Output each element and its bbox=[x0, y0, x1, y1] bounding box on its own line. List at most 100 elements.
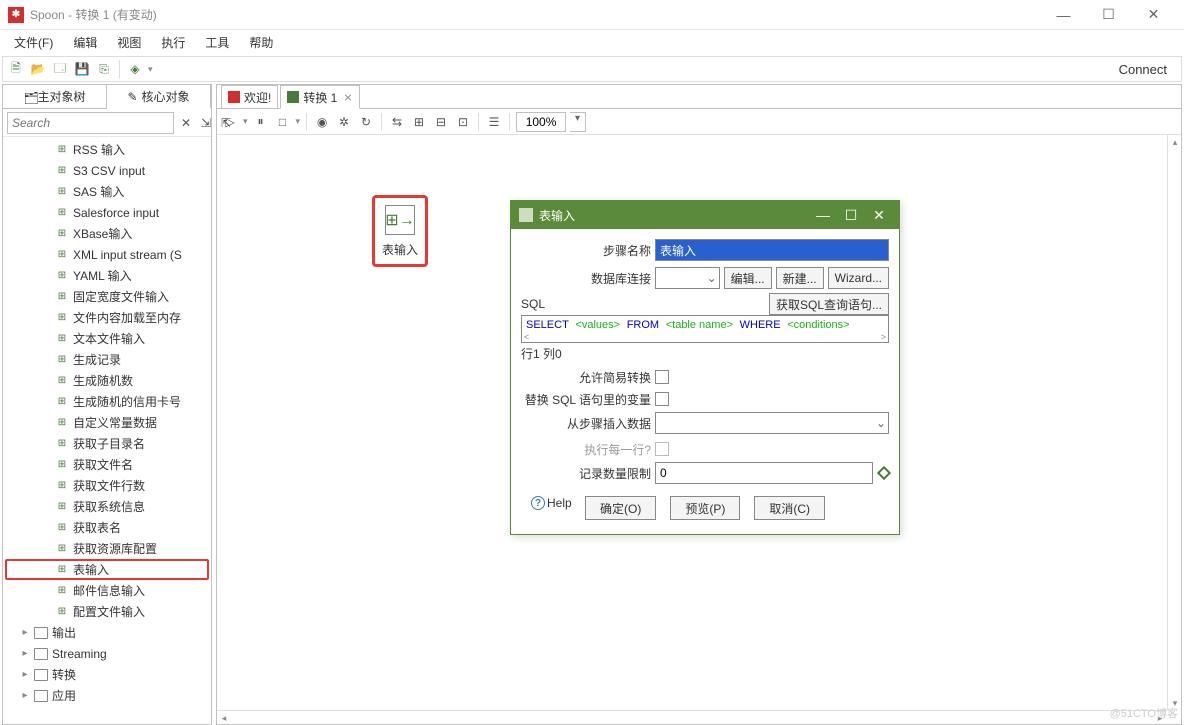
explore-db-icon[interactable]: ⊡ bbox=[454, 113, 472, 131]
scroll-up-icon[interactable]: ▴ bbox=[1168, 135, 1182, 149]
clear-search-icon[interactable]: ✕ bbox=[177, 114, 195, 132]
tree-item[interactable]: ⊞邮件信息输入 bbox=[5, 580, 209, 601]
expand-all-icon[interactable]: ⇲ bbox=[197, 114, 215, 132]
tab-welcome[interactable]: 欢迎! bbox=[221, 85, 278, 108]
tree-item[interactable]: ⊞表输入 bbox=[5, 559, 209, 580]
step-name-input[interactable] bbox=[655, 239, 889, 261]
tab-core-objects[interactable]: ✎ 核心对象 bbox=[107, 85, 211, 109]
db-conn-select[interactable]: ⌄ bbox=[655, 267, 720, 289]
tree-item[interactable]: ⊞XML input stream (S bbox=[5, 244, 209, 265]
menu-help[interactable]: 帮助 bbox=[241, 32, 281, 53]
maximize-button[interactable]: ☐ bbox=[1086, 1, 1131, 29]
allow-lazy-checkbox[interactable] bbox=[655, 370, 669, 384]
insert-from-select[interactable]: ⌄ bbox=[655, 412, 889, 434]
tree-item[interactable]: ⊞获取文件名 bbox=[5, 454, 209, 475]
tree-item[interactable]: ⊞SAS 输入 bbox=[5, 181, 209, 202]
show-results-icon[interactable]: ☰ bbox=[485, 113, 503, 131]
expand-icon[interactable]: ▸ bbox=[20, 627, 30, 638]
get-sql-button[interactable]: 获取SQL查询语句... bbox=[769, 293, 889, 315]
tree-item[interactable]: ⊞Salesforce input bbox=[5, 202, 209, 223]
menu-run[interactable]: 执行 bbox=[153, 32, 193, 53]
tree-item[interactable]: ⊞文件内容加载至内存 bbox=[5, 307, 209, 328]
open-icon[interactable]: 📂 bbox=[29, 60, 47, 78]
replay-icon[interactable]: ↻ bbox=[357, 113, 375, 131]
zoom-input[interactable] bbox=[516, 112, 566, 132]
tree-folder[interactable]: ▸输出 bbox=[5, 622, 209, 643]
tree-item[interactable]: ⊞获取表名 bbox=[5, 517, 209, 538]
close-button[interactable]: ✕ bbox=[1131, 1, 1176, 29]
zoom-dropdown-icon[interactable]: ▾ bbox=[570, 112, 586, 132]
menu-edit[interactable]: 编辑 bbox=[65, 32, 105, 53]
sql-icon[interactable]: ⊟ bbox=[432, 113, 450, 131]
scroll-track[interactable] bbox=[231, 711, 1153, 724]
tree-item[interactable]: ⊞获取子目录名 bbox=[5, 433, 209, 454]
debug-icon[interactable]: ✲ bbox=[335, 113, 353, 131]
run-icon[interactable]: ▷ bbox=[221, 113, 239, 131]
limit-input[interactable] bbox=[655, 462, 873, 484]
stop-dropdown-icon[interactable]: ▾ bbox=[296, 116, 301, 127]
tree-item[interactable]: ⊞获取文件行数 bbox=[5, 475, 209, 496]
dropdown-icon[interactable]: ▾ bbox=[148, 64, 153, 75]
ok-button[interactable]: 确定(O) bbox=[585, 496, 656, 520]
perspective-icon[interactable]: ◈ bbox=[126, 60, 144, 78]
run-dropdown-icon[interactable]: ▾ bbox=[243, 116, 248, 127]
preview-icon[interactable]: ◉ bbox=[313, 113, 331, 131]
new-icon[interactable]: 🗎 bbox=[7, 60, 25, 78]
tree[interactable]: ⊞RSS 输入⊞S3 CSV input⊞SAS 输入⊞Salesforce i… bbox=[3, 137, 211, 724]
tree-item[interactable]: ⊞生成随机数 bbox=[5, 370, 209, 391]
tree-item[interactable]: ⊞S3 CSV input bbox=[5, 160, 209, 181]
verify-icon[interactable]: ⇆ bbox=[388, 113, 406, 131]
tree-item[interactable]: ⊞XBase输入 bbox=[5, 223, 209, 244]
explore-icon[interactable]: 🗔 bbox=[51, 60, 69, 78]
tree-item[interactable]: ⊞YAML 输入 bbox=[5, 265, 209, 286]
tree-item[interactable]: ⊞获取资源库配置 bbox=[5, 538, 209, 559]
sql-scrollbar[interactable]: <> bbox=[522, 332, 888, 342]
help-button[interactable]: ? Help bbox=[531, 496, 572, 510]
edit-button[interactable]: 编辑... bbox=[724, 267, 772, 289]
scroll-track[interactable] bbox=[1168, 149, 1181, 696]
save-icon[interactable]: 💾 bbox=[73, 60, 91, 78]
wizard-button[interactable]: Wizard... bbox=[828, 267, 889, 289]
expand-icon[interactable]: ▸ bbox=[20, 690, 30, 701]
pause-icon[interactable]: ⏸ bbox=[252, 113, 270, 131]
search-input[interactable] bbox=[7, 112, 174, 134]
expand-icon[interactable]: ▸ bbox=[20, 648, 30, 659]
save-as-icon[interactable]: ⎘ bbox=[95, 60, 113, 78]
dialog-title-bar[interactable]: 表输入 — ☐ ✕ bbox=[511, 201, 899, 229]
dialog-close-icon[interactable]: ✕ bbox=[867, 205, 891, 225]
scroll-left-icon[interactable]: ◂ bbox=[217, 711, 231, 725]
sql-editor[interactable]: SELECT <values> FROM <table name> WHERE … bbox=[521, 315, 889, 343]
replace-vars-checkbox[interactable] bbox=[655, 392, 669, 406]
tree-folder[interactable]: ▸转换 bbox=[5, 664, 209, 685]
tree-item[interactable]: ⊞配置文件输入 bbox=[5, 601, 209, 622]
canvas-step-table-input[interactable]: ⊞→ 表输入 bbox=[372, 195, 428, 267]
tree-item[interactable]: ⊞RSS 输入 bbox=[5, 139, 209, 160]
tree-item[interactable]: ⊞自定义常量数据 bbox=[5, 412, 209, 433]
tab-transformation[interactable]: 转换 1 ⨯ bbox=[280, 85, 359, 109]
menu-view[interactable]: 视图 bbox=[109, 32, 149, 53]
dialog-minimize-icon[interactable]: — bbox=[811, 205, 835, 225]
vertical-scrollbar[interactable]: ▴ ▾ bbox=[1167, 135, 1181, 710]
close-tab-icon[interactable]: ⨯ bbox=[343, 91, 352, 104]
tree-folder[interactable]: ▸Streaming bbox=[5, 643, 209, 664]
impact-icon[interactable]: ⊞ bbox=[410, 113, 428, 131]
tree-item[interactable]: ⊞获取系统信息 bbox=[5, 496, 209, 517]
dialog-maximize-icon[interactable]: ☐ bbox=[839, 205, 863, 225]
variable-icon[interactable] bbox=[877, 466, 891, 480]
expand-icon[interactable]: ▸ bbox=[20, 669, 30, 680]
tree-item[interactable]: ⊞生成记录 bbox=[5, 349, 209, 370]
tree-item[interactable]: ⊞固定宽度文件输入 bbox=[5, 286, 209, 307]
connect-link[interactable]: Connect bbox=[1119, 62, 1167, 77]
tree-item[interactable]: ⊞生成随机的信用卡号 bbox=[5, 391, 209, 412]
cancel-button[interactable]: 取消(C) bbox=[754, 496, 825, 520]
horizontal-scrollbar[interactable]: ◂ ▸ bbox=[217, 710, 1167, 724]
preview-button[interactable]: 预览(P) bbox=[670, 496, 740, 520]
menu-tools[interactable]: 工具 bbox=[197, 32, 237, 53]
tree-item[interactable]: ⊞文本文件输入 bbox=[5, 328, 209, 349]
new-button[interactable]: 新建... bbox=[776, 267, 824, 289]
minimize-button[interactable]: — bbox=[1041, 1, 1086, 29]
stop-icon[interactable]: □ bbox=[274, 113, 292, 131]
menu-file[interactable]: 文件(F) bbox=[6, 32, 61, 53]
tree-folder[interactable]: ▸应用 bbox=[5, 685, 209, 706]
tab-main-tree[interactable]: 🗂 主对象树 bbox=[3, 85, 107, 108]
